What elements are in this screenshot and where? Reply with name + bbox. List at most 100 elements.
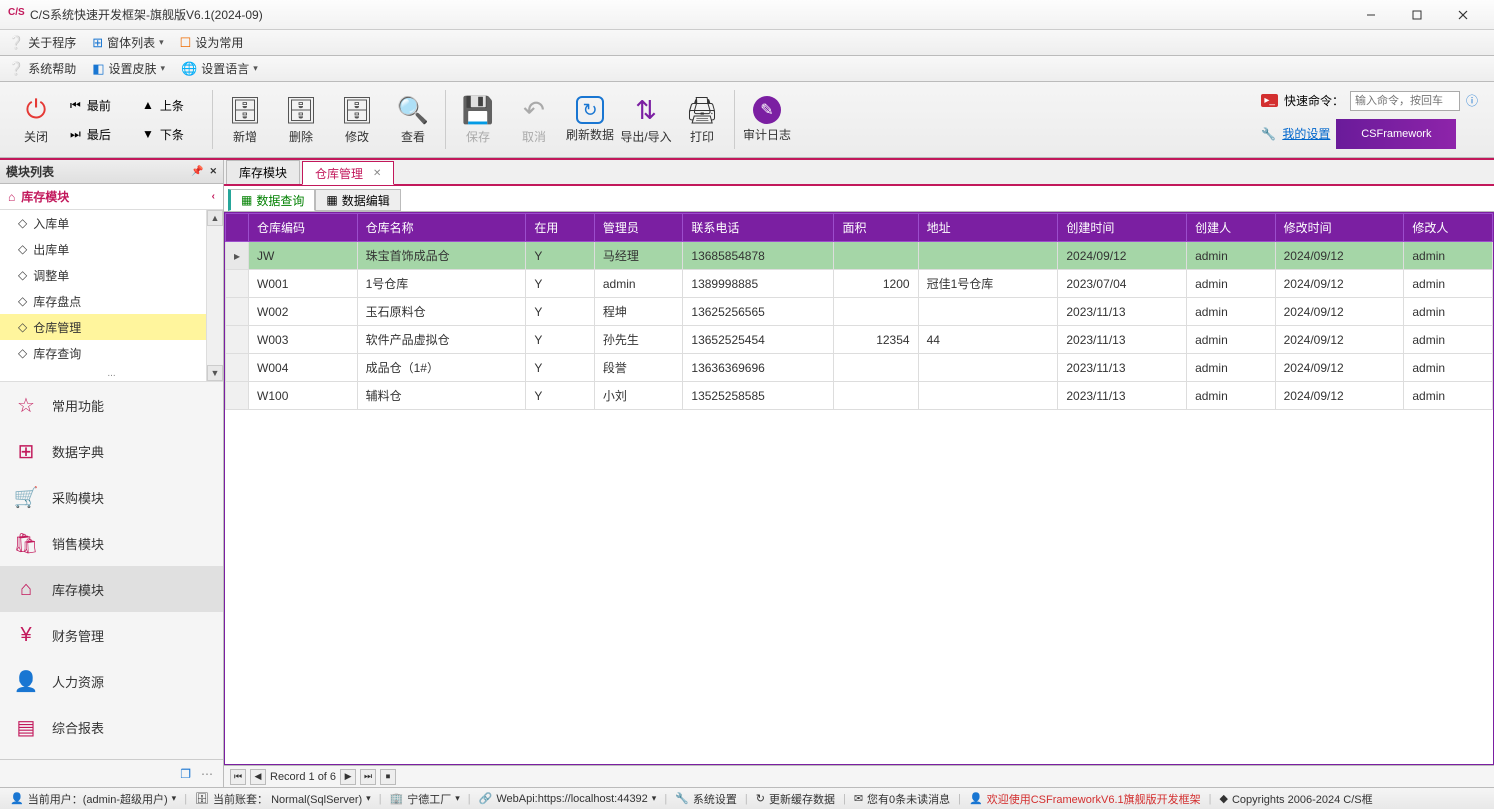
- menu-favorite[interactable]: ☐设为常用: [180, 34, 244, 51]
- cell[interactable]: 2024/09/12: [1275, 382, 1404, 410]
- cell[interactable]: 孙先生: [594, 326, 683, 354]
- menu-skin[interactable]: ◧设置皮肤: [92, 60, 165, 77]
- nav-item[interactable]: 👤人力资源: [0, 658, 223, 704]
- column-header[interactable]: 仓库编码: [249, 214, 358, 242]
- cell[interactable]: 2024/09/12: [1275, 298, 1404, 326]
- cell[interactable]: admin: [1404, 354, 1493, 382]
- cell[interactable]: Y: [526, 298, 595, 326]
- close-button[interactable]: ⏻关闭: [8, 82, 64, 157]
- nav-item[interactable]: ☆常用功能: [0, 382, 223, 428]
- cell[interactable]: 成品仓（1#）: [357, 354, 526, 382]
- status-account[interactable]: 🗄当前账套： Normal(SqlServer)▾: [191, 791, 375, 807]
- pager-next[interactable]: ▶: [340, 769, 356, 785]
- cell[interactable]: [918, 354, 1058, 382]
- print-button[interactable]: 🖨打印: [674, 82, 730, 157]
- quick-command-input[interactable]: [1350, 91, 1460, 111]
- nav-next[interactable]: ▼下条: [142, 126, 202, 143]
- cell[interactable]: W002: [249, 298, 358, 326]
- status-webapi[interactable]: 🔗WebApi:https://localhost:44392▾: [475, 792, 661, 805]
- row-indicator[interactable]: [226, 354, 249, 382]
- close-tab-icon[interactable]: ✕: [373, 168, 381, 179]
- cell[interactable]: 软件产品虚拟仓: [357, 326, 526, 354]
- data-grid[interactable]: 仓库编码仓库名称在用管理员联系电话面积地址创建时间创建人修改时间修改人▸JW珠宝…: [224, 212, 1494, 765]
- cell[interactable]: [918, 382, 1058, 410]
- cell[interactable]: admin: [1404, 298, 1493, 326]
- column-header[interactable]: 创建时间: [1058, 214, 1187, 242]
- table-row[interactable]: W0011号仓库Yadmin13899988851200冠佳1号仓库2023/0…: [226, 270, 1493, 298]
- cell[interactable]: admin: [1187, 326, 1276, 354]
- cell[interactable]: admin: [1187, 382, 1276, 410]
- tree-item[interactable]: ◇仓库管理: [0, 314, 223, 340]
- cell[interactable]: admin: [594, 270, 683, 298]
- cell[interactable]: [918, 298, 1058, 326]
- cell[interactable]: 玉石原料仓: [357, 298, 526, 326]
- menu-about[interactable]: ❔关于程序: [8, 34, 76, 51]
- cell[interactable]: Y: [526, 382, 595, 410]
- cell[interactable]: [918, 242, 1058, 270]
- column-header[interactable]: 面积: [834, 214, 918, 242]
- cell[interactable]: 2024/09/12: [1275, 326, 1404, 354]
- delete-button[interactable]: 🗄删除: [273, 82, 329, 157]
- view-button[interactable]: 🔍查看: [385, 82, 441, 157]
- cell[interactable]: 冠佳1号仓库: [918, 270, 1058, 298]
- menu-help[interactable]: ❔系统帮助: [8, 60, 76, 77]
- cell[interactable]: 13525258585: [683, 382, 834, 410]
- nav-first[interactable]: ⏮最前: [70, 97, 130, 114]
- nav-item[interactable]: ⊞数据字典: [0, 428, 223, 474]
- scroll-down-icon[interactable]: ▼: [207, 365, 223, 381]
- nav-last[interactable]: ⏭最后: [70, 126, 130, 143]
- cell[interactable]: Y: [526, 270, 595, 298]
- cell[interactable]: JW: [249, 242, 358, 270]
- cell[interactable]: admin: [1404, 382, 1493, 410]
- help-circle-icon[interactable]: ⓘ: [1466, 92, 1478, 109]
- cell[interactable]: W003: [249, 326, 358, 354]
- nav-item[interactable]: 🛒采购模块: [0, 474, 223, 520]
- cell[interactable]: 小刘: [594, 382, 683, 410]
- edit-button[interactable]: 🗄修改: [329, 82, 385, 157]
- nav-item[interactable]: 🛍销售模块: [0, 520, 223, 566]
- nav-item[interactable]: ¥财务管理: [0, 612, 223, 658]
- status-messages[interactable]: ✉您有0条未读消息: [850, 791, 954, 807]
- table-row[interactable]: W100辅料仓Y小刘135252585852023/11/13admin2024…: [226, 382, 1493, 410]
- sidebar-active-section[interactable]: ⌂ 库存模块 ‹: [0, 184, 223, 210]
- cell[interactable]: 辅料仓: [357, 382, 526, 410]
- pager-end[interactable]: ⏹: [380, 769, 396, 785]
- cell[interactable]: 2024/09/12: [1275, 242, 1404, 270]
- table-row[interactable]: W004成品仓（1#）Y段誉136363696962023/11/13admin…: [226, 354, 1493, 382]
- cell[interactable]: W100: [249, 382, 358, 410]
- maximize-button[interactable]: [1394, 0, 1440, 30]
- sub-tab[interactable]: ▦数据编辑: [315, 189, 400, 211]
- cell[interactable]: 13652525454: [683, 326, 834, 354]
- scroll-up-icon[interactable]: ▲: [207, 210, 223, 226]
- cell[interactable]: 2024/09/12: [1275, 270, 1404, 298]
- copy-icon[interactable]: ❐: [180, 767, 191, 781]
- nav-item[interactable]: ⚙系统管理: [0, 750, 223, 759]
- row-header[interactable]: [226, 214, 249, 242]
- cell[interactable]: [834, 382, 918, 410]
- cell[interactable]: 44: [918, 326, 1058, 354]
- pager-last[interactable]: ⏭: [360, 769, 376, 785]
- nav-item[interactable]: ⌂库存模块: [0, 566, 223, 612]
- cell[interactable]: [834, 298, 918, 326]
- menu-language[interactable]: 🌐设置语言: [181, 60, 258, 77]
- cell[interactable]: W004: [249, 354, 358, 382]
- cell[interactable]: Y: [526, 242, 595, 270]
- cell[interactable]: admin: [1187, 270, 1276, 298]
- cell[interactable]: 2023/07/04: [1058, 270, 1187, 298]
- refresh-button[interactable]: ↻刷新数据: [562, 82, 618, 157]
- close-panel-icon[interactable]: ✕: [209, 166, 217, 177]
- cell[interactable]: 2023/11/13: [1058, 354, 1187, 382]
- cell[interactable]: 1200: [834, 270, 918, 298]
- table-row[interactable]: ▸JW珠宝首饰成品仓Y马经理136858548782024/09/12admin…: [226, 242, 1493, 270]
- cell[interactable]: 2023/11/13: [1058, 298, 1187, 326]
- cell[interactable]: 12354: [834, 326, 918, 354]
- cell[interactable]: [834, 354, 918, 382]
- tree-scrollbar[interactable]: ▲ ▼: [206, 210, 223, 381]
- cell[interactable]: Y: [526, 326, 595, 354]
- cell[interactable]: Y: [526, 354, 595, 382]
- cell[interactable]: admin: [1187, 354, 1276, 382]
- close-window-button[interactable]: [1440, 0, 1486, 30]
- cell[interactable]: 2024/09/12: [1058, 242, 1187, 270]
- cell[interactable]: 2023/11/13: [1058, 382, 1187, 410]
- more-icon[interactable]: ⋯: [201, 767, 213, 781]
